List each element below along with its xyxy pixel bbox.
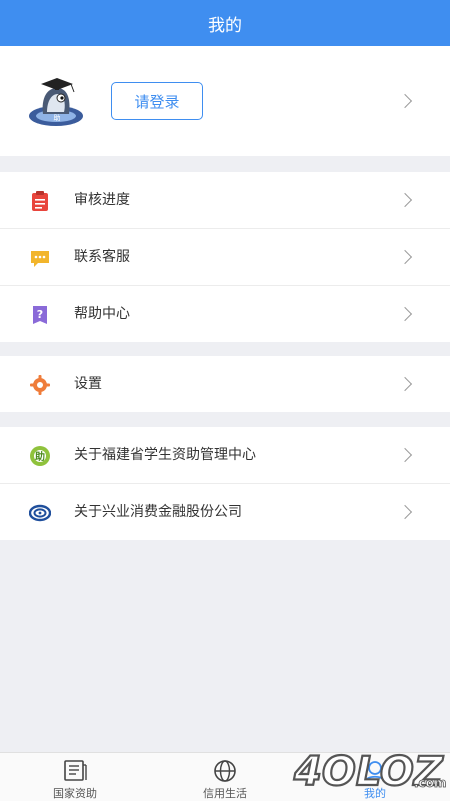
chevron-right-icon <box>397 192 413 208</box>
news-icon <box>64 760 87 781</box>
chevron-right-icon <box>397 504 413 520</box>
menu-item-help-center[interactable]: ? 帮助中心 <box>0 286 450 342</box>
menu-item-label: 关于兴业消费金融股份公司 <box>74 504 242 520</box>
menu-item-about-fujian-aid[interactable]: 助 关于福建省学生资助管理中心 <box>0 427 450 484</box>
help-icon: ? <box>33 306 47 324</box>
chevron-right-icon <box>397 306 413 322</box>
chevron-right-icon <box>397 249 413 265</box>
chevron-right-icon <box>397 447 413 463</box>
watermark-suffix: .com <box>414 776 446 790</box>
svg-text:助: 助 <box>35 450 45 463</box>
svg-text:助: 助 <box>54 113 61 122</box>
avatar: 助 <box>29 78 83 126</box>
chat-icon <box>31 251 49 267</box>
menu-group-account: 审核进度 联系客服 ? 帮助中心 <box>0 172 450 342</box>
menu-group-about: 助 关于福建省学生资助管理中心 关于兴业消费金融股份公司 <box>0 427 450 540</box>
tab-label: 国家资助 <box>53 787 97 800</box>
login-button-label: 请登录 <box>134 92 180 111</box>
menu-item-contact-service[interactable]: 联系客服 <box>0 229 450 286</box>
menu-item-about-cib-finance[interactable]: 关于兴业消费金融股份公司 <box>0 484 450 540</box>
tab-credit-life[interactable]: 信用生活 <box>150 753 300 801</box>
login-button[interactable]: 请登录 <box>111 82 203 120</box>
page-title: 我的 <box>208 15 242 36</box>
chevron-right-icon <box>397 93 413 109</box>
globe-icon <box>214 760 236 782</box>
site-watermark: 4OLOZ .com <box>292 748 447 793</box>
menu-item-label: 联系客服 <box>74 249 130 265</box>
tab-national-aid[interactable]: 国家资助 <box>0 753 150 801</box>
menu-group-settings: 设置 <box>0 356 450 412</box>
menu-item-label: 审核进度 <box>74 192 130 208</box>
fujian-aid-logo-icon: 助 <box>30 446 50 466</box>
chevron-right-icon <box>397 376 413 392</box>
clipboard-icon <box>32 191 48 211</box>
profile-card[interactable]: 助 请登录 <box>0 46 450 156</box>
gear-icon <box>30 375 50 395</box>
menu-item-label: 设置 <box>74 376 102 392</box>
menu-item-label: 关于福建省学生资助管理中心 <box>74 447 256 463</box>
menu-item-label: 帮助中心 <box>74 306 130 322</box>
page-header: 我的 <box>0 0 450 46</box>
svg-text:?: ? <box>37 308 43 321</box>
cib-logo-icon <box>29 504 51 522</box>
tab-label: 信用生活 <box>203 787 247 800</box>
menu-item-settings[interactable]: 设置 <box>0 356 450 412</box>
menu-item-review-progress[interactable]: 审核进度 <box>0 172 450 229</box>
